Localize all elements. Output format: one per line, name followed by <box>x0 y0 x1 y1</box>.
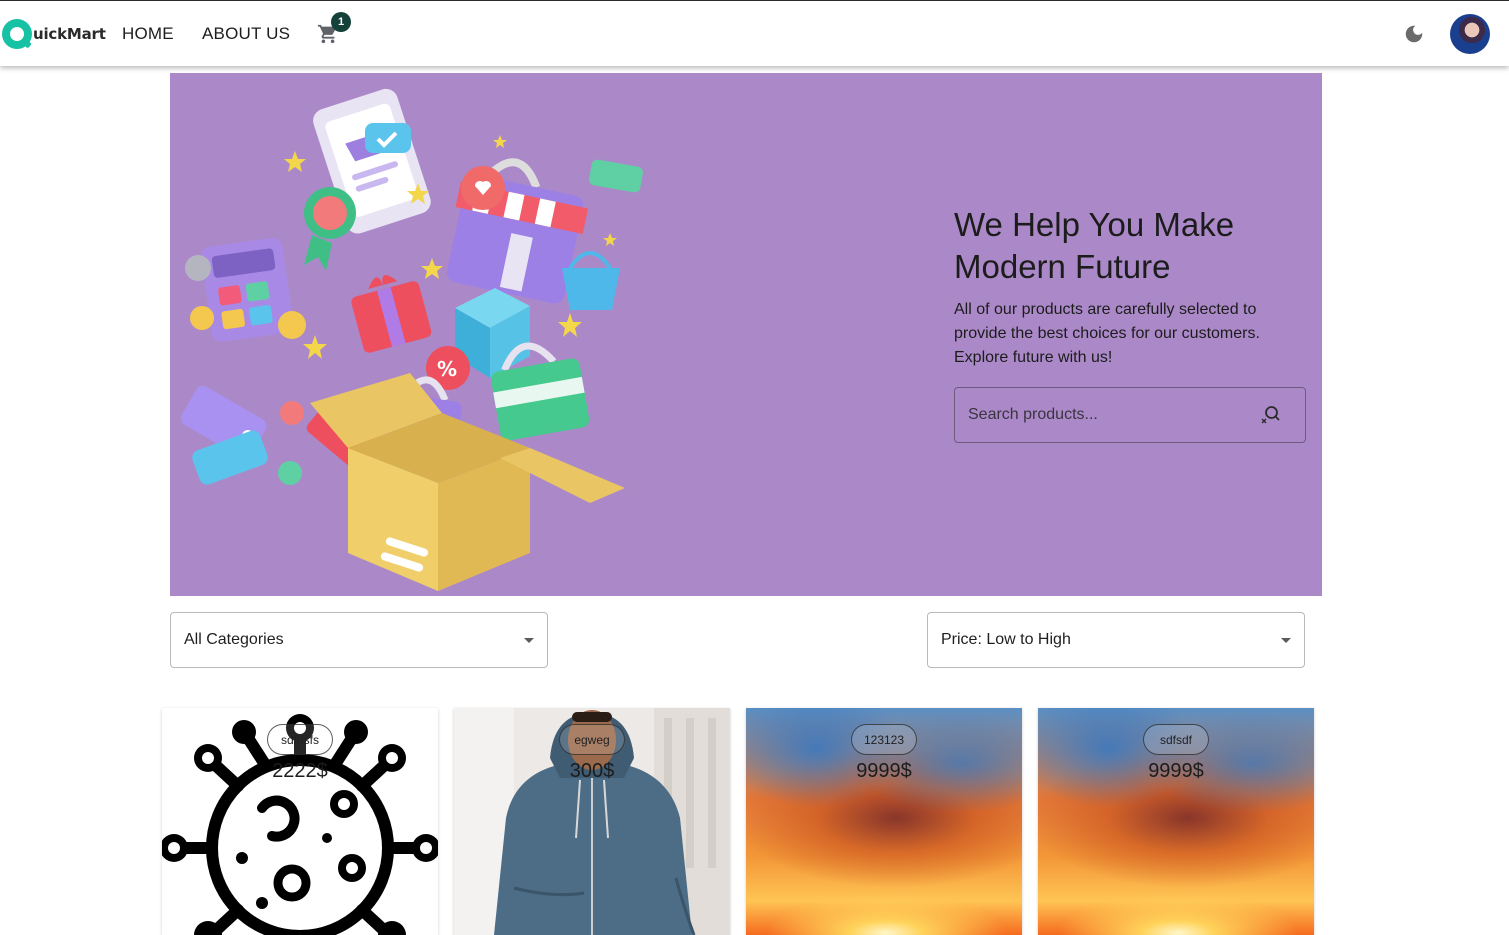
product-card[interactable]: 123123 9999$ <box>746 708 1022 935</box>
user-avatar[interactable] <box>1450 14 1490 54</box>
category-select-value: All Categories <box>184 631 284 648</box>
top-navbar: uickMart HOME ABOUT US 1 <box>0 0 1509 66</box>
product-card[interactable]: egweg 300$ <box>454 708 730 935</box>
product-price: 300$ <box>569 760 615 782</box>
nav-home-link[interactable]: HOME <box>122 24 174 44</box>
product-category-chip: sdfdsfs <box>267 724 333 755</box>
hero-subtitle: All of our products are carefully select… <box>954 301 1260 366</box>
logo-text: uickMart <box>33 25 106 43</box>
search-input[interactable] <box>955 388 1245 442</box>
product-price: 9999$ <box>1148 760 1204 782</box>
nav-about-link[interactable]: ABOUT US <box>202 24 290 44</box>
cart-count-badge: 1 <box>331 12 351 32</box>
chevron-down-icon <box>1281 638 1291 643</box>
chevron-down-icon <box>524 638 534 643</box>
sort-select[interactable]: Price: Low to High <box>927 612 1305 668</box>
product-category-chip: egweg <box>559 724 625 755</box>
sort-select-value: Price: Low to High <box>941 631 1071 648</box>
quickmart-logo[interactable]: uickMart <box>2 18 106 50</box>
product-card[interactable]: sdfsdf 9999$ <box>1038 708 1314 935</box>
product-price: 2222$ <box>272 760 328 782</box>
logo-q-icon <box>2 19 32 49</box>
product-category-chip: sdfsdf <box>1143 724 1209 755</box>
hero-banner: % We Help You Make Modern Future All of … <box>170 73 1322 596</box>
svg-text:%: % <box>437 357 457 381</box>
hero-title: We Help You Make Modern Future <box>954 206 1235 285</box>
product-category-chip: 123123 <box>851 724 917 755</box>
product-price: 9999$ <box>856 760 912 782</box>
search-field[interactable] <box>954 387 1306 443</box>
shopping-illustration: % <box>180 88 643 591</box>
category-select[interactable]: All Categories <box>170 612 548 668</box>
search-icon[interactable] <box>1258 403 1282 427</box>
product-card[interactable]: sdfdsfs 2222$ <box>162 708 438 935</box>
dark-mode-moon-icon[interactable] <box>1403 23 1425 45</box>
